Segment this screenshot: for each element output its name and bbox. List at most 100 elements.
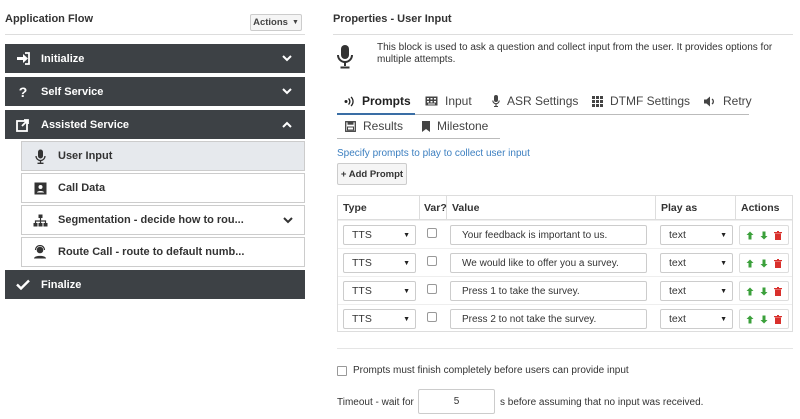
- tab-prompts[interactable]: Prompts: [344, 90, 411, 112]
- var-checkbox[interactable]: [427, 312, 437, 322]
- sitemap-icon: [32, 212, 48, 228]
- caret-down-icon: ▼: [403, 260, 410, 267]
- var-checkbox[interactable]: [427, 284, 437, 294]
- play-as-select[interactable]: text ▼: [660, 225, 733, 245]
- move-down-icon[interactable]: [760, 315, 768, 324]
- timeout-suffix: s before assuming that no input was rece…: [500, 397, 704, 408]
- flow-item-call-data[interactable]: Call Data: [21, 173, 305, 203]
- value-input[interactable]: Press 2 to not take the survey.: [450, 309, 647, 329]
- value-input[interactable]: Your feedback is important to us.: [450, 225, 647, 245]
- tab-label: Results: [363, 119, 404, 133]
- chevron-down-icon: [279, 88, 295, 95]
- caret-down-icon: ▼: [403, 232, 410, 239]
- actions-label: Actions: [253, 17, 288, 28]
- must-finish-label: Prompts must finish completely before us…: [353, 365, 629, 376]
- column-header-value: Value: [447, 196, 656, 219]
- tab-retry[interactable]: Retry: [704, 90, 752, 112]
- share-icon: [15, 117, 31, 133]
- move-down-icon[interactable]: [760, 231, 768, 240]
- play-as-value: text: [669, 313, 686, 325]
- microphone-icon: [32, 148, 48, 164]
- column-header-var: Var?: [420, 196, 447, 219]
- tab-dtmf-settings[interactable]: DTMF Settings: [592, 90, 690, 112]
- application-flow-panel: Application Flow Actions ▼ Initialize ? …: [0, 0, 314, 419]
- move-up-icon[interactable]: [746, 231, 754, 240]
- voice-icon: [344, 96, 355, 107]
- row-actions: [739, 309, 789, 329]
- flow-item-segmentation[interactable]: Segmentation - decide how to rou...: [21, 205, 305, 235]
- group-label: Initialize: [41, 52, 85, 65]
- var-checkbox[interactable]: [427, 228, 437, 238]
- move-down-icon[interactable]: [760, 287, 768, 296]
- group-assisted-service[interactable]: Assisted Service: [5, 110, 305, 139]
- caret-down-icon: ▼: [720, 232, 727, 239]
- group-label: Finalize: [41, 278, 82, 291]
- value-input[interactable]: Press 1 to take the survey.: [450, 281, 647, 301]
- block-description: This block is used to ask a question and…: [377, 42, 773, 65]
- group-self-service[interactable]: ? Self Service: [5, 77, 305, 106]
- tab-milestone[interactable]: Milestone: [422, 115, 488, 137]
- tab-input[interactable]: Input: [425, 90, 472, 112]
- bookmark-icon: [422, 120, 430, 132]
- divider: [5, 34, 305, 35]
- tab-label: ASR Settings: [507, 94, 579, 108]
- type-select[interactable]: TTS ▼: [343, 225, 416, 245]
- value-input[interactable]: We would like to offer you a survey.: [450, 253, 647, 273]
- var-checkbox[interactable]: [427, 256, 437, 266]
- play-as-select[interactable]: text ▼: [660, 281, 733, 301]
- move-up-icon[interactable]: [746, 259, 754, 268]
- play-as-select[interactable]: text ▼: [660, 309, 733, 329]
- flow-item-user-input[interactable]: User Input: [21, 141, 305, 171]
- column-header-actions: Actions: [741, 201, 780, 214]
- play-as-value: text: [669, 229, 686, 241]
- trash-icon[interactable]: [774, 230, 782, 240]
- caret-down-icon: ▼: [720, 288, 727, 295]
- tab-results[interactable]: Results: [345, 115, 403, 137]
- row-actions: [739, 225, 789, 245]
- microphone-icon: [336, 44, 354, 70]
- move-down-icon[interactable]: [760, 259, 768, 268]
- group-label: Assisted Service: [41, 118, 130, 131]
- group-label: Self Service: [41, 85, 104, 98]
- play-as-value: text: [669, 285, 686, 297]
- move-up-icon[interactable]: [746, 315, 754, 324]
- speaker-icon: [704, 96, 716, 107]
- add-prompt-button[interactable]: + Add Prompt: [337, 163, 407, 185]
- keyboard-icon: [425, 96, 438, 106]
- tab-divider: [337, 138, 500, 139]
- group-initialize[interactable]: Initialize: [5, 44, 305, 73]
- agent-icon: [32, 244, 48, 260]
- prompts-help-link[interactable]: Specify prompts to play to collect user …: [337, 148, 530, 159]
- column-header-play-as: Play as: [656, 196, 736, 219]
- id-card-icon: [32, 180, 48, 196]
- chevron-down-icon[interactable]: [280, 216, 296, 224]
- tab-label: DTMF Settings: [610, 94, 691, 108]
- row-actions: [739, 281, 789, 301]
- check-icon: [15, 277, 31, 293]
- type-value: TTS: [352, 257, 372, 269]
- table-row: TTS ▼ Press 2 to not take the survey. tex…: [338, 304, 792, 332]
- prompts-table: Type Var? Value Play as Actions TTS ▼ You…: [337, 195, 793, 332]
- play-as-select[interactable]: text ▼: [660, 253, 733, 273]
- caret-down-icon: ▼: [403, 288, 410, 295]
- row-actions: [739, 253, 789, 273]
- trash-icon[interactable]: [774, 258, 782, 268]
- type-value: TTS: [352, 313, 372, 325]
- trash-icon[interactable]: [774, 314, 782, 324]
- application-flow-title: Application Flow: [5, 13, 93, 25]
- type-select[interactable]: TTS ▼: [343, 253, 416, 273]
- keypad-icon: [592, 95, 603, 107]
- table-row: TTS ▼ We would like to offer you a survey…: [338, 248, 792, 276]
- tab-asr-settings[interactable]: ASR Settings: [492, 90, 578, 112]
- trash-icon[interactable]: [774, 286, 782, 296]
- type-select[interactable]: TTS ▼: [343, 309, 416, 329]
- timeout-label: Timeout - wait for: [337, 397, 414, 408]
- flow-item-route-call[interactable]: Route Call - route to default numb...: [21, 237, 305, 267]
- table-row: TTS ▼ Your feedback is important to us. t…: [338, 220, 792, 248]
- move-up-icon[interactable]: [746, 287, 754, 296]
- must-finish-checkbox[interactable]: [337, 365, 347, 376]
- timeout-input[interactable]: 5: [418, 389, 495, 414]
- type-select[interactable]: TTS ▼: [343, 281, 416, 301]
- actions-dropdown-button[interactable]: Actions ▼: [250, 14, 302, 31]
- group-finalize[interactable]: Finalize: [5, 270, 305, 299]
